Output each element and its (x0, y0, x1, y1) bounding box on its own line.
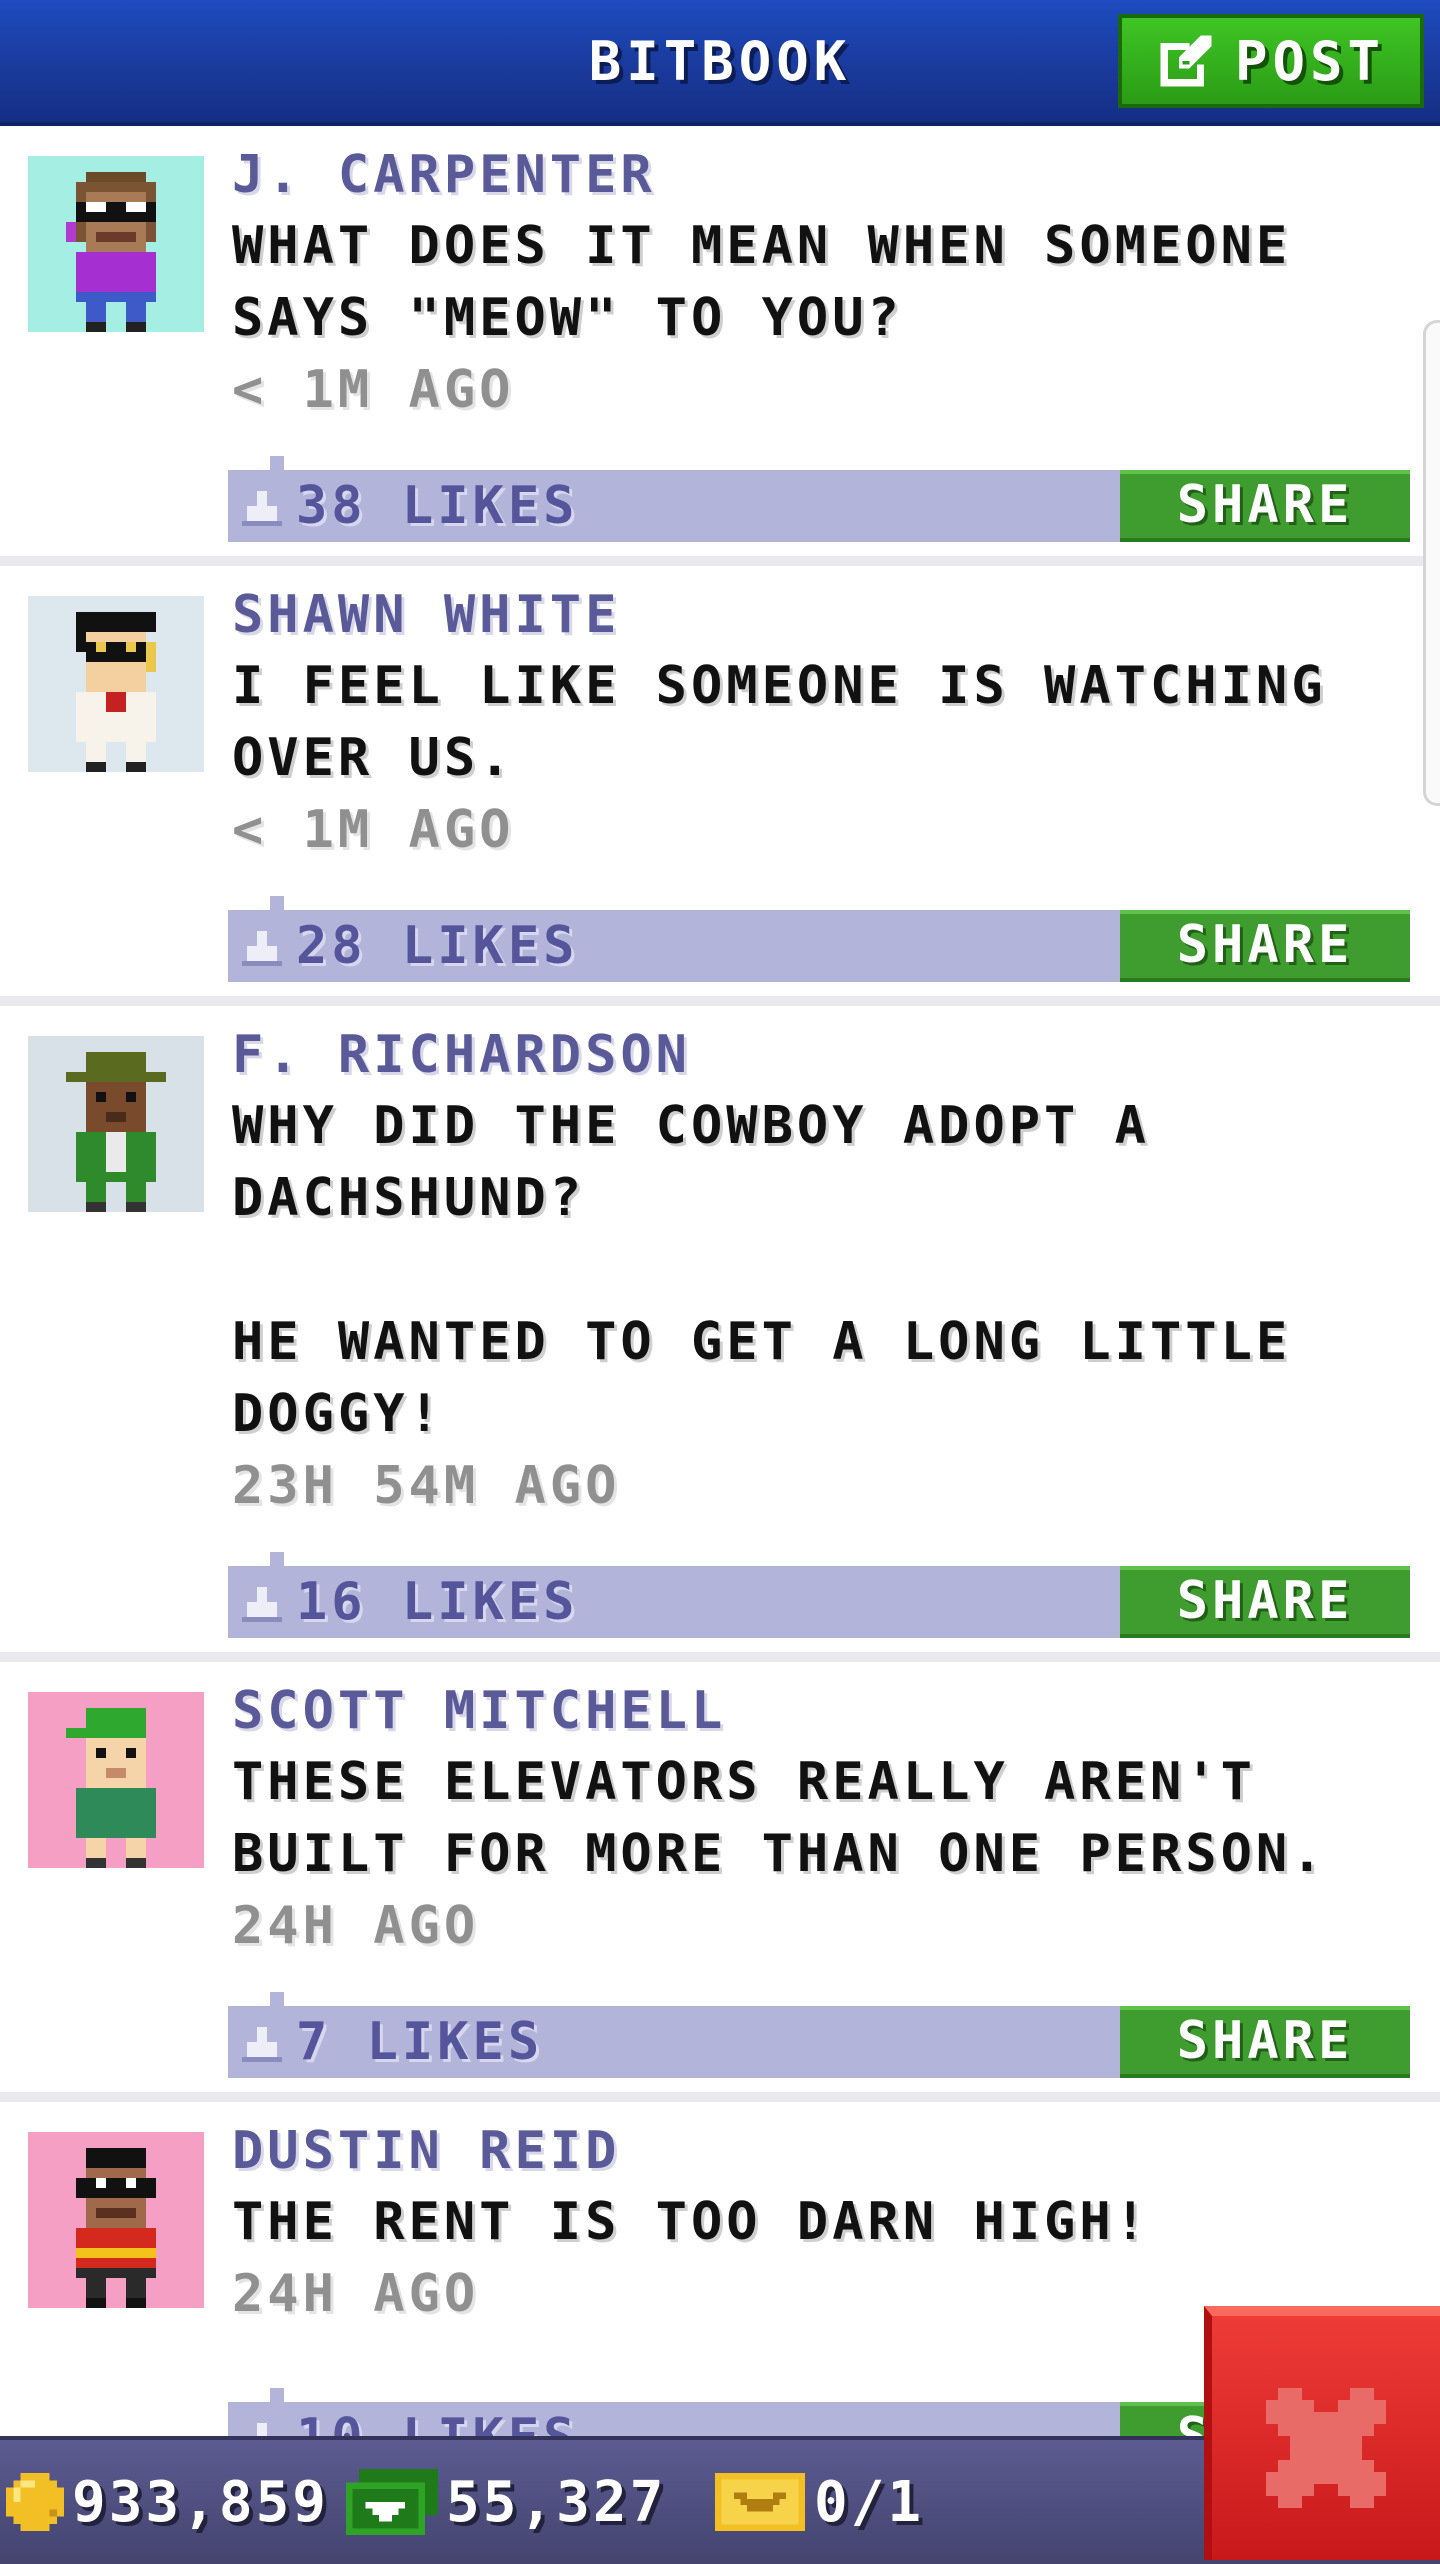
news-feed[interactable]: J. CARPENTER WHAT DOES IT MEAN WHEN SOME… (0, 126, 1440, 2522)
post-author[interactable]: SCOTT MITCHELL (232, 1680, 1412, 1742)
post-author[interactable]: SHAWN WHITE (232, 584, 1412, 646)
avatar (28, 156, 204, 332)
man-mask-avatar-icon (76, 2148, 156, 2308)
post-timestamp: < 1M AGO (232, 360, 515, 420)
post-author[interactable]: DUSTIN REID (232, 2120, 1412, 2182)
coins-value: 933,859 (72, 2469, 330, 2535)
post-timestamp: 24H AGO (232, 1896, 480, 1956)
avatar (28, 2132, 204, 2308)
like-button[interactable]: 16 LIKES (242, 1566, 578, 1638)
like-button[interactable]: 7 LIKES (242, 2006, 543, 2078)
post-message: WHAT DOES IT MEAN WHEN SOMEONE SAYS "MEO… (232, 216, 1292, 348)
man-green-hat-avatar-icon (66, 1052, 166, 1212)
share-button[interactable]: SHARE (1120, 1566, 1410, 1638)
post-button-label: POST (1234, 29, 1386, 93)
likes-count: 38 LIKES (296, 476, 579, 536)
post-divider (0, 556, 1440, 566)
likes-count: 28 LIKES (296, 916, 579, 976)
vip-ticket-icon (714, 2473, 806, 2531)
post-message: WHY DID THE COWBOY ADOPT A DACHSHUND? HE… (232, 1096, 1292, 1444)
likes-bar: 16 LIKES SHARE (228, 1552, 1410, 1638)
post-content: DUSTIN REID THE RENT IS TOO DARN HIGH! 2… (232, 2120, 1412, 2330)
compose-icon (1160, 35, 1212, 87)
coins-stat[interactable]: 933,859 (6, 2440, 329, 2564)
feed-post: SHAWN WHITE I FEEL LIKE SOMEONE IS WATCH… (0, 566, 1440, 1006)
share-button[interactable]: SHARE (1120, 2006, 1410, 2078)
like-button[interactable]: 28 LIKES (242, 910, 578, 982)
likes-count: 16 LIKES (296, 1572, 579, 1632)
post-divider (0, 996, 1440, 1006)
thumbs-up-icon (242, 1587, 282, 1622)
post-divider (0, 2092, 1440, 2102)
post-message: THESE ELEVATORS REALLY AREN'T BUILT FOR … (232, 1752, 1327, 1884)
like-button[interactable]: 38 LIKES (242, 470, 578, 542)
share-button[interactable]: SHARE (1120, 910, 1410, 982)
thumbs-up-icon (242, 491, 282, 526)
avatar (28, 1692, 204, 1868)
post-divider (0, 1652, 1440, 1662)
likes-bar: 7 LIKES SHARE (228, 1992, 1410, 2078)
app-header: BITBOOK POST (0, 0, 1440, 126)
feed-post: J. CARPENTER WHAT DOES IT MEAN WHEN SOME… (0, 126, 1440, 566)
post-button[interactable]: POST (1118, 14, 1424, 108)
likes-bar: 28 LIKES SHARE (228, 896, 1410, 982)
scrollbar[interactable] (1423, 320, 1440, 806)
girl-glasses-avatar-icon (66, 172, 156, 332)
feed-post: F. RICHARDSON WHY DID THE COWBOY ADOPT A… (0, 1006, 1440, 1662)
bux-stat[interactable]: 55,327 (346, 2440, 666, 2564)
post-timestamp: 23H 54M AGO (232, 1456, 621, 1516)
tickets-value: 0/1 (814, 2469, 925, 2535)
man-green-cap-avatar-icon (66, 1708, 156, 1868)
avatar (28, 1036, 204, 1212)
close-button[interactable] (1204, 2306, 1440, 2560)
post-author[interactable]: F. RICHARDSON (232, 1024, 1412, 1086)
close-icon (1266, 2388, 1386, 2508)
thumbs-up-icon (242, 2027, 282, 2062)
post-content: SHAWN WHITE I FEEL LIKE SOMEONE IS WATCH… (232, 584, 1412, 866)
post-content: J. CARPENTER WHAT DOES IT MEAN WHEN SOME… (232, 144, 1412, 426)
post-timestamp: < 1M AGO (232, 800, 515, 860)
coin-icon (6, 2473, 64, 2531)
post-content: SCOTT MITCHELL THESE ELEVATORS REALLY AR… (232, 1680, 1412, 1962)
feed-post: SCOTT MITCHELL THESE ELEVATORS REALLY AR… (0, 1662, 1440, 2102)
thumbs-up-icon (242, 931, 282, 966)
post-author[interactable]: J. CARPENTER (232, 144, 1412, 206)
likes-bar: 38 LIKES SHARE (228, 456, 1410, 542)
man-sunglasses-avatar-icon (76, 612, 156, 772)
post-content: F. RICHARDSON WHY DID THE COWBOY ADOPT A… (232, 1024, 1412, 1522)
avatar (28, 596, 204, 772)
likes-count: 7 LIKES (296, 2012, 544, 2072)
tickets-stat[interactable]: 0/1 (714, 2440, 924, 2564)
bux-value: 55,327 (446, 2469, 667, 2535)
bux-cash-icon (346, 2469, 438, 2535)
post-message: I FEEL LIKE SOMEONE IS WATCHING OVER US. (232, 656, 1327, 788)
share-button[interactable]: SHARE (1120, 470, 1410, 542)
post-message: THE RENT IS TOO DARN HIGH! (232, 2192, 1150, 2252)
